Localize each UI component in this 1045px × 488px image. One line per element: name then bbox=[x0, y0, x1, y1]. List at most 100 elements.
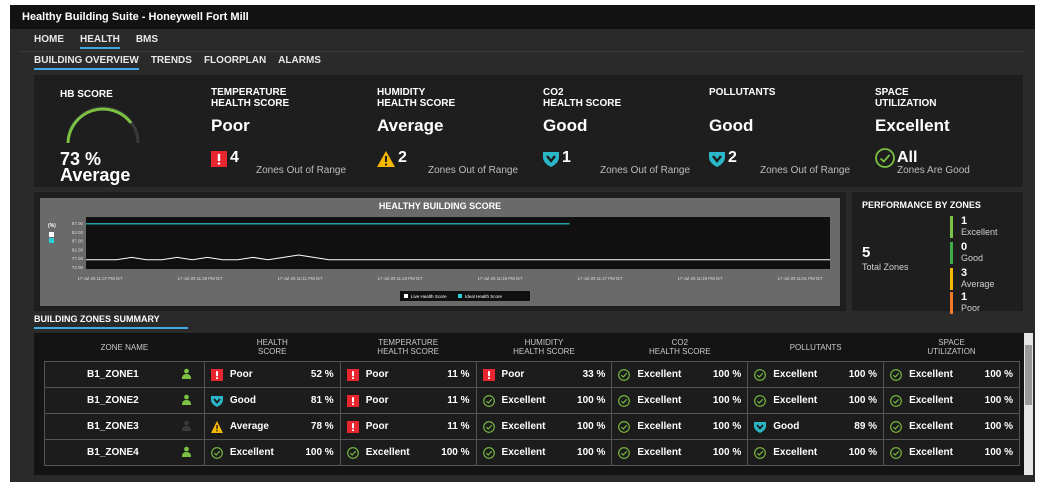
zone-cell[interactable]: B1_ZONE1 bbox=[44, 361, 205, 388]
score-cell-content: Excellent 100 % bbox=[612, 420, 747, 433]
column-header-line: SPACE bbox=[938, 338, 965, 347]
score-value: 100 % bbox=[848, 369, 878, 380]
legend-swatch-ideal bbox=[458, 294, 462, 298]
score-cell[interactable]: Average 78 % bbox=[203, 413, 341, 440]
column-header: HUMIDITY HEALTH SCORE bbox=[476, 333, 612, 362]
tab-floorplan[interactable]: FLOORPLAN bbox=[204, 55, 266, 66]
performance-count: 1 bbox=[961, 291, 968, 303]
good-shield-icon bbox=[543, 152, 559, 167]
score-value: 100 % bbox=[441, 447, 470, 458]
score-value: 100 % bbox=[577, 421, 606, 432]
score-cell-content: Poor 11 % bbox=[341, 368, 476, 381]
score-cell[interactable]: Excellent 100 % bbox=[339, 439, 477, 466]
score-cell[interactable]: Good 89 % bbox=[747, 413, 885, 440]
tab-building-overview[interactable]: BUILDING OVERVIEW bbox=[34, 55, 139, 70]
kpi-space-utilization[interactable]: SPACE UTILIZATION Excellent All Zones Are… bbox=[864, 75, 1023, 187]
score-value: 78 % bbox=[310, 421, 334, 432]
tab-trends[interactable]: TRENDS bbox=[151, 55, 192, 66]
scrollbar-thumb[interactable] bbox=[1025, 345, 1032, 405]
score-cell[interactable]: Good 81 % bbox=[203, 387, 341, 414]
table-row[interactable]: B1_ZONE1 Poor 52 % Poor 11 % Poor 33 % Excellen… bbox=[44, 361, 1020, 388]
excellent-check-icon bbox=[482, 420, 495, 433]
excellent-check-icon bbox=[754, 368, 767, 381]
score-cell[interactable]: Excellent 100 % bbox=[883, 387, 1020, 414]
tab-alarms[interactable]: ALARMS bbox=[278, 55, 321, 66]
zone-cell[interactable]: B1_ZONE3 bbox=[44, 413, 205, 440]
kpi-humidity[interactable]: HUMIDITY HEALTH SCORE Average 2 Zones Out… bbox=[366, 75, 532, 187]
x-tick-label: 17-Jul-20 11:37 PM IST bbox=[77, 276, 122, 281]
score-cell[interactable]: Excellent 100 % bbox=[747, 439, 885, 466]
score-status: Excellent bbox=[501, 447, 546, 458]
score-cell[interactable]: Poor 52 % bbox=[203, 361, 341, 388]
vertical-scrollbar[interactable] bbox=[1024, 333, 1033, 475]
score-cell[interactable]: Excellent 100 % bbox=[203, 439, 341, 466]
kpi-pollutants[interactable]: POLLUTANTS Good 2 Zones Out of Range bbox=[698, 75, 864, 187]
performance-label: Poor bbox=[961, 303, 981, 313]
score-status: Poor bbox=[365, 369, 389, 380]
column-header-line: POLLUTANTS bbox=[789, 342, 842, 352]
score-cell[interactable]: Excellent 100 % bbox=[475, 439, 613, 466]
nav-home[interactable]: HOME bbox=[34, 34, 64, 45]
x-tick-label: 17-Jul-20 11:47 PM IST bbox=[577, 276, 622, 281]
score-value: 11 % bbox=[447, 421, 470, 432]
score-value: 100 % bbox=[712, 369, 742, 380]
score-cell[interactable]: Excellent 100 % bbox=[475, 413, 613, 440]
poor-alert-icon bbox=[346, 420, 359, 433]
score-status: Excellent bbox=[773, 395, 818, 406]
legend-label-live: Live Health Score bbox=[411, 294, 447, 299]
score-cell[interactable]: Excellent 100 % bbox=[883, 439, 1020, 466]
score-cell[interactable]: Poor 11 % bbox=[339, 361, 477, 388]
score-cell[interactable]: Poor 11 % bbox=[339, 387, 477, 414]
hb-score-card[interactable]: HB SCORE 73 % Average bbox=[34, 75, 184, 187]
score-cell[interactable]: Excellent 100 % bbox=[611, 413, 749, 440]
score-status: Excellent bbox=[909, 395, 953, 406]
score-value: 11 % bbox=[447, 369, 470, 380]
table-body: B1_ZONE1 Poor 52 % Poor 11 % Poor 33 % Excellen… bbox=[44, 361, 1020, 466]
score-cell-content: Excellent 100 % bbox=[884, 420, 1019, 433]
score-status: Poor bbox=[229, 369, 253, 380]
score-cell-content: Good 89 % bbox=[748, 421, 883, 433]
zone-cell[interactable]: B1_ZONE4 bbox=[44, 439, 205, 466]
score-cell[interactable]: Excellent 100 % bbox=[611, 361, 749, 388]
score-cell[interactable]: Excellent 100 % bbox=[475, 387, 613, 414]
zone-cell[interactable]: B1_ZONE2 bbox=[44, 387, 205, 414]
score-cell[interactable]: Excellent 100 % bbox=[883, 413, 1020, 440]
kpi-status: Good bbox=[543, 116, 588, 135]
nav-health[interactable]: HEALTH bbox=[80, 34, 120, 49]
table-row[interactable]: B1_ZONE2 Good 81 % Poor 11 % Excellent 100 % Ex… bbox=[44, 387, 1020, 414]
score-cell-content: Good 81 % bbox=[205, 395, 340, 407]
excellent-check-icon bbox=[890, 394, 902, 407]
score-cell[interactable]: Poor 33 % bbox=[475, 361, 613, 388]
table-header-row: ZONE NAME HEALTH SCORE TEMPERATURE HEALTH SC… bbox=[45, 333, 1020, 362]
score-cell[interactable]: Poor 11 % bbox=[339, 413, 477, 440]
score-value: 100 % bbox=[712, 421, 742, 432]
score-value: 100 % bbox=[577, 395, 606, 406]
occupied-person-icon bbox=[181, 446, 192, 460]
score-cell[interactable]: Excellent 100 % bbox=[611, 387, 749, 414]
score-cell[interactable]: Excellent 100 % bbox=[611, 439, 749, 466]
score-value: 100 % bbox=[305, 447, 334, 458]
app-title: Healthy Building Suite - Honeywell Fort … bbox=[22, 11, 249, 23]
excellent-check-icon bbox=[890, 420, 902, 433]
score-cell[interactable]: Excellent 100 % bbox=[747, 361, 885, 388]
kpi-co2[interactable]: CO2 HEALTH SCORE Good 1 Zones Out of Rang… bbox=[532, 75, 698, 187]
table-row[interactable]: B1_ZONE3 Average 78 % Poor 11 % Excellent 100 … bbox=[44, 413, 1020, 440]
table-row[interactable]: B1_ZONE4 Excellent 100 % Excellent 100 % Exce… bbox=[44, 439, 1020, 466]
excellent-check-icon bbox=[754, 446, 767, 459]
total-zones-label: Total Zones bbox=[862, 262, 909, 272]
score-status: Excellent bbox=[365, 447, 410, 458]
kpi-temperature[interactable]: TEMPERATURE HEALTH SCORE Poor 4 Zones Out… bbox=[200, 75, 366, 187]
plot-background bbox=[86, 217, 830, 269]
kpi-desc: Zones Are Good bbox=[897, 165, 970, 176]
occupied-person-icon bbox=[181, 394, 192, 408]
y-axis-label: (%) bbox=[48, 223, 56, 229]
score-cell[interactable]: Excellent 100 % bbox=[883, 361, 1020, 388]
x-tick-label: 17-Jul-20 11:39 PM IST bbox=[177, 276, 222, 281]
hb-score-rating: Average bbox=[60, 165, 131, 185]
nav-bms[interactable]: BMS bbox=[136, 34, 158, 45]
x-tick-label: 17-Jul-20 11:45 PM IST bbox=[477, 276, 522, 281]
zones-summary-title[interactable]: BUILDING ZONES SUMMARY bbox=[34, 314, 160, 324]
score-status: Excellent bbox=[637, 369, 682, 380]
score-cell-content: Excellent 100 % bbox=[748, 394, 883, 407]
score-cell[interactable]: Excellent 100 % bbox=[747, 387, 885, 414]
